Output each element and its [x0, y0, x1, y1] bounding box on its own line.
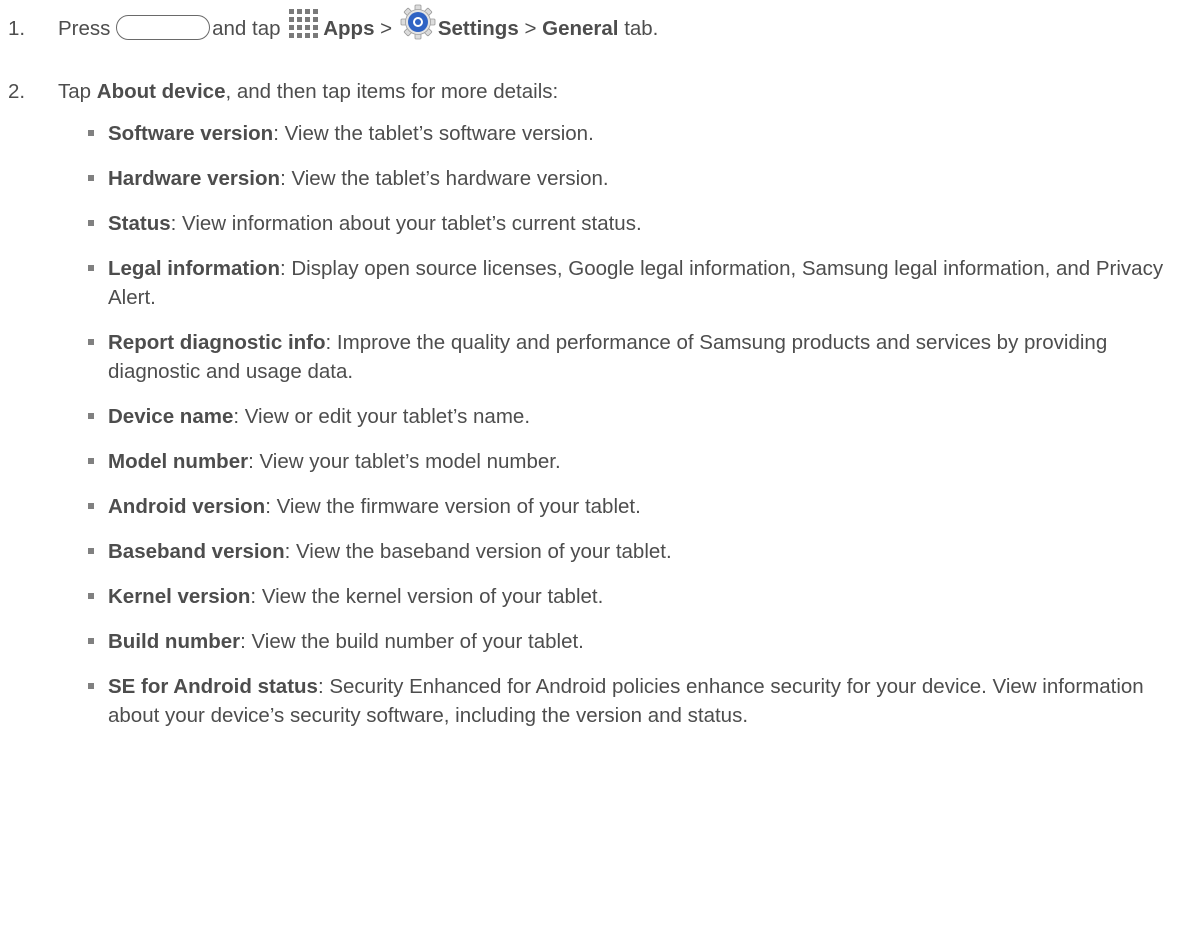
item-term: Model number [108, 450, 249, 473]
bullet-icon [88, 413, 94, 419]
tab-text: tab. [624, 17, 659, 40]
list-item: Model number: View your tablet’s model n… [0, 447, 1192, 476]
item-description: : View the firmware version of your tabl… [265, 495, 641, 518]
separator: > [380, 17, 393, 40]
and-tap-text: and tap [212, 17, 281, 40]
item-term: Device name [108, 405, 234, 428]
general-label: General [542, 17, 619, 40]
apps-grid-icon [289, 9, 319, 38]
home-key-icon [116, 15, 211, 40]
settings-label: Settings [437, 17, 519, 40]
settings-gear-icon [400, 4, 436, 40]
step-number: 2. [8, 80, 26, 103]
item-description: : View information about your tablet’s c… [170, 212, 642, 235]
item-term: Legal information [108, 257, 280, 280]
step-2-rest-text: , and then tap items for more details: [225, 80, 559, 103]
list-item: Kernel version: View the kernel version … [0, 582, 1192, 611]
document-page: 1. Press and tap Apps > Settings > Gener… [0, 0, 1192, 937]
bullet-icon [88, 638, 94, 644]
separator: > [524, 17, 537, 40]
item-description: : View the tablet’s software version. [273, 122, 594, 145]
list-item: Baseband version: View the baseband vers… [0, 537, 1192, 566]
item-description: : View the kernel version of your tablet… [250, 585, 604, 608]
list-item: Legal information: Display open source l… [0, 254, 1192, 312]
apps-label: Apps [323, 17, 375, 40]
item-term: Status [108, 212, 171, 235]
press-text: Press [58, 17, 111, 40]
item-description: : View the tablet’s hardware version. [280, 167, 609, 190]
bullet-icon [88, 458, 94, 464]
item-term: Baseband version [108, 540, 285, 563]
list-item: Software version: View the tablet’s soft… [0, 119, 1192, 148]
item-term: Kernel version [108, 585, 251, 608]
bullet-icon [88, 339, 94, 345]
bullet-icon [88, 503, 94, 509]
bullet-icon [88, 130, 94, 136]
step-1: 1. Press and tap Apps > Settings > Gener… [8, 3, 658, 43]
bullet-icon [88, 175, 94, 181]
bullet-icon [88, 265, 94, 271]
item-term: Hardware version [108, 167, 281, 190]
step-number: 1. [8, 17, 26, 40]
bullet-icon [88, 548, 94, 554]
item-term: Software version [108, 122, 274, 145]
about-device-items-list: Software version: View the tablet’s soft… [0, 119, 1192, 746]
item-term: Android version [108, 495, 266, 518]
list-item: Device name: View or edit your tablet’s … [0, 402, 1192, 431]
list-item: Build number: View the build number of y… [0, 627, 1192, 656]
list-item: Android version: View the firmware versi… [0, 492, 1192, 521]
item-description: : View the baseband version of your tabl… [284, 540, 672, 563]
list-item: Hardware version: View the tablet’s hard… [0, 164, 1192, 193]
bullet-icon [88, 220, 94, 226]
item-term: Build number [108, 630, 241, 653]
list-item: SE for Android status: Security Enhanced… [0, 672, 1192, 730]
list-item: Status: View information about your tabl… [0, 209, 1192, 238]
item-description: : View the build number of your tablet. [240, 630, 584, 653]
item-term: Report diagnostic info [108, 331, 326, 354]
list-item: Report diagnostic info: Improve the qual… [0, 328, 1192, 386]
tap-text: Tap [58, 80, 92, 103]
item-description: : View or edit your tablet’s name. [233, 405, 531, 428]
bullet-icon [88, 683, 94, 689]
item-term: SE for Android status [108, 675, 318, 698]
step-2: 2. Tap About device, and then tap items f… [8, 77, 558, 106]
item-description: : View your tablet’s model number. [248, 450, 561, 473]
about-device-label: About device [96, 80, 226, 103]
bullet-icon [88, 593, 94, 599]
